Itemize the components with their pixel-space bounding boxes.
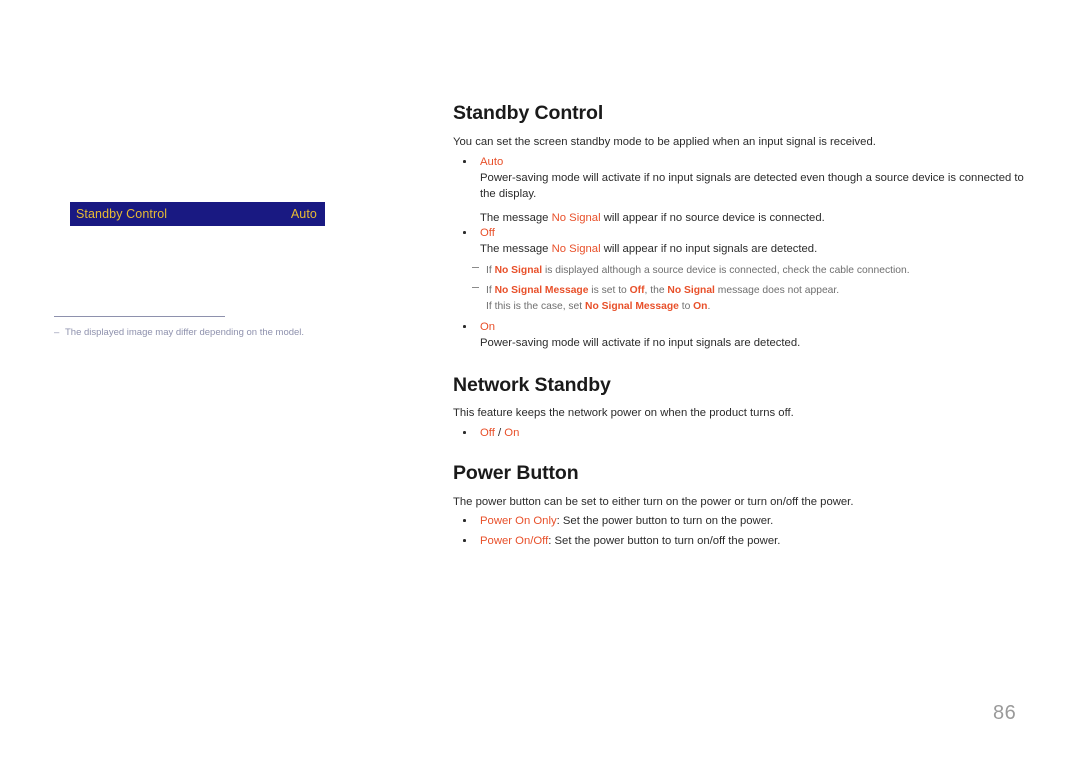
standby-option-list-a: Auto Power-saving mode will activate if … bbox=[453, 154, 1033, 226]
option-desc-off-1: The message No Signal will appear if no … bbox=[480, 241, 1033, 257]
option-label-power-on-only: Power On Only bbox=[480, 515, 557, 527]
bullet-dot-icon bbox=[463, 325, 466, 328]
option-label-auto: Auto bbox=[480, 156, 504, 168]
subnote-text-3c: . bbox=[707, 301, 711, 312]
desc-text-post: will appear if no input signals are dete… bbox=[600, 243, 818, 255]
option-separator: / bbox=[494, 427, 505, 439]
list-item: If No Signal Message is set to Off, the … bbox=[472, 283, 1032, 315]
option-label-off: Off bbox=[480, 227, 495, 239]
content-column: Standby Control You can set the screen s… bbox=[453, 0, 1033, 763]
subnote-text-1b: is displayed although a source device is… bbox=[542, 265, 910, 276]
subnote-text-2a: If bbox=[486, 285, 495, 296]
desc-text: Power-saving mode will activate if no in… bbox=[480, 337, 801, 349]
option-desc-auto-2: The message No Signal will appear if no … bbox=[480, 210, 1033, 226]
list-item: Off / On bbox=[453, 425, 1033, 441]
desc-text: Power-saving mode will activate if no in… bbox=[480, 172, 1024, 200]
power-button-option-list: Power On Only: Set the power button to t… bbox=[453, 513, 1033, 549]
intro-power-button: The power button can be set to either tu… bbox=[453, 496, 854, 508]
bullet-dot-icon bbox=[463, 160, 466, 163]
heading-standby-control: Standby Control bbox=[453, 102, 604, 124]
option-label-on: On bbox=[480, 321, 496, 333]
heading-network-standby: Network Standby bbox=[453, 374, 611, 396]
desc-text-post: will appear if no source device is conne… bbox=[600, 212, 825, 224]
em-dash-icon bbox=[472, 267, 479, 268]
list-item: Auto Power-saving mode will activate if … bbox=[453, 154, 1033, 226]
left-illustration-column: Standby Control Auto – The displayed imag… bbox=[0, 0, 440, 763]
bullet-dot-icon bbox=[463, 539, 466, 542]
network-standby-option-list: Off / On bbox=[453, 425, 1033, 441]
subnote-term-no-signal: No Signal bbox=[494, 265, 543, 276]
desc-text-pre: The message bbox=[480, 243, 552, 255]
option-desc-power-on-off: : Set the power button to turn on/off th… bbox=[548, 535, 781, 547]
list-item: Power On/Off: Set the power button to tu… bbox=[453, 533, 1033, 549]
list-item: Off The message No Signal will appear if… bbox=[453, 225, 1033, 257]
standby-option-list-b: Off The message No Signal will appear if… bbox=[453, 225, 1033, 257]
left-footnote: – The displayed image may differ dependin… bbox=[54, 326, 394, 340]
subnote-term-no-signal-message-2: No Signal Message bbox=[585, 301, 679, 312]
term-no-signal: No Signal bbox=[551, 243, 601, 255]
option-desc-on-1: Power-saving mode will activate if no in… bbox=[480, 335, 1033, 351]
subnote-text-2c: , the bbox=[644, 285, 668, 296]
subnote-second-line: If this is the case, set No Signal Messa… bbox=[486, 299, 1032, 315]
subnote-text-3b: to bbox=[678, 301, 694, 312]
standby-option-list-c: On Power-saving mode will activate if no… bbox=[453, 319, 1033, 351]
subnote-term-no-signal-message: No Signal Message bbox=[494, 285, 589, 296]
option-desc-power-on-only: : Set the power button to turn on the po… bbox=[556, 515, 774, 527]
page-number: 86 bbox=[993, 702, 1017, 724]
option-desc-auto-1: Power-saving mode will activate if no in… bbox=[480, 170, 1033, 202]
em-dash-icon bbox=[472, 287, 479, 288]
bullet-dot-icon bbox=[463, 519, 466, 522]
osd-menu-label: Standby Control bbox=[76, 206, 168, 221]
standby-subnote-list: If No Signal is displayed although a sou… bbox=[472, 263, 1032, 315]
intro-standby-control: You can set the screen standby mode to b… bbox=[453, 136, 876, 148]
list-item: On Power-saving mode will activate if no… bbox=[453, 319, 1033, 351]
option-label-power-on-off: Power On/Off bbox=[480, 535, 549, 547]
term-no-signal: No Signal bbox=[551, 212, 601, 224]
subnote-term-off: Off bbox=[629, 285, 645, 296]
subnote-text-2b: is set to bbox=[588, 285, 630, 296]
subnote-term-no-signal-2: No Signal bbox=[667, 285, 715, 296]
list-item: Power On Only: Set the power button to t… bbox=[453, 513, 1033, 529]
subnote-term-on: On bbox=[693, 301, 708, 312]
osd-menu-value: Auto bbox=[290, 206, 317, 221]
heading-power-button: Power Button bbox=[453, 462, 579, 484]
intro-network-standby: This feature keeps the network power on … bbox=[453, 407, 794, 419]
footnote-text: The displayed image may differ depending… bbox=[65, 327, 305, 338]
bullet-dot-icon bbox=[463, 231, 466, 234]
subnote-text-3a: If this is the case, set bbox=[486, 301, 586, 312]
footnote-divider bbox=[54, 316, 225, 317]
subnote-text-1a: If bbox=[486, 265, 495, 276]
desc-text-pre: The message bbox=[480, 212, 552, 224]
option-label-on: On bbox=[504, 427, 520, 439]
subnote-text-2d: message does not appear. bbox=[714, 285, 840, 296]
footnote-dash: – bbox=[54, 327, 60, 338]
list-item: If No Signal is displayed although a sou… bbox=[472, 263, 1032, 279]
option-label-off: Off bbox=[480, 427, 495, 439]
bullet-dot-icon bbox=[463, 431, 466, 434]
osd-menu-row-standby-control[interactable]: Standby Control Auto bbox=[70, 202, 325, 226]
